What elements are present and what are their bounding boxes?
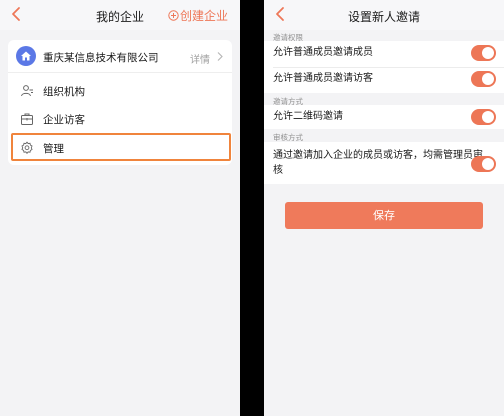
setting-label-members-invite-visitors: 允许普通成员邀请访客: [273, 73, 373, 84]
divider: [273, 67, 504, 68]
settings-group-invite-method: 允许二维码邀请: [264, 105, 504, 129]
toggle-qr-invite[interactable]: [471, 109, 496, 125]
toggle-admin-review[interactable]: [471, 156, 496, 172]
company-row[interactable]: 重庆某信息技术有限公司 详情: [8, 40, 232, 73]
settings-group-review-method: 通过邀请加入企业的成员或访客，均需管理员审 核: [264, 142, 504, 184]
org-structure-icon: [21, 85, 33, 97]
setting-label-qr-invite: 允许二维码邀请: [273, 111, 343, 122]
setting-label-admin-review-line1: 通过邀请加入企业的成员或访客，均需管理员审: [273, 150, 483, 161]
menu-item-label: 企业访客: [43, 114, 85, 126]
create-enterprise-label: 创建企业: [179, 9, 228, 23]
nav-bar: 设置新人邀请: [264, 0, 504, 30]
menu-item-label: 管理: [43, 143, 64, 155]
toggle-knob: [482, 47, 494, 59]
toggle-knob: [482, 158, 494, 170]
page-title: 设置新人邀请: [347, 10, 420, 24]
toggle-knob: [482, 111, 494, 123]
toggle-members-invite-members[interactable]: [471, 45, 496, 61]
my-enterprise-screen: 我的企业 创建企业 重庆某信息技术有限公司 详情 组织机构 企业访客 管理: [0, 0, 240, 416]
menu-item-manage[interactable]: 管理: [11, 133, 231, 161]
enterprise-card: 重庆某信息技术有限公司 详情 组织机构 企业访客 管理: [8, 40, 232, 165]
plus-circle-icon: [168, 10, 179, 21]
save-button[interactable]: 保存: [285, 202, 483, 229]
chevron-right-icon: [217, 52, 223, 61]
setting-label-members-invite-members: 允许普通成员邀请成员: [273, 47, 373, 58]
setting-label-admin-review-line2: 核: [273, 165, 283, 176]
gear-icon: [21, 141, 33, 154]
create-enterprise-button[interactable]: 创建企业: [168, 7, 228, 24]
home-icon: [16, 46, 36, 66]
settings-group-invite-permission: 允许普通成员邀请成员 允许普通成员邀请访客: [264, 41, 504, 93]
nav-bar: 我的企业 创建企业: [0, 0, 240, 30]
company-name: 重庆某信息技术有限公司: [43, 52, 159, 64]
visitor-briefcase-icon: [21, 113, 33, 125]
toggle-knob: [482, 73, 494, 85]
company-detail-link[interactable]: 详情: [190, 51, 210, 66]
invite-settings-screen: 设置新人邀请 邀请权限 允许普通成员邀请成员 允许普通成员邀请访客 邀请方式 允…: [264, 0, 504, 416]
menu-item-org-structure[interactable]: 组织机构: [8, 76, 232, 105]
toggle-members-invite-visitors[interactable]: [471, 71, 496, 87]
menu-item-label: 组织机构: [43, 86, 85, 98]
menu-item-enterprise-visitor[interactable]: 企业访客: [8, 104, 232, 133]
